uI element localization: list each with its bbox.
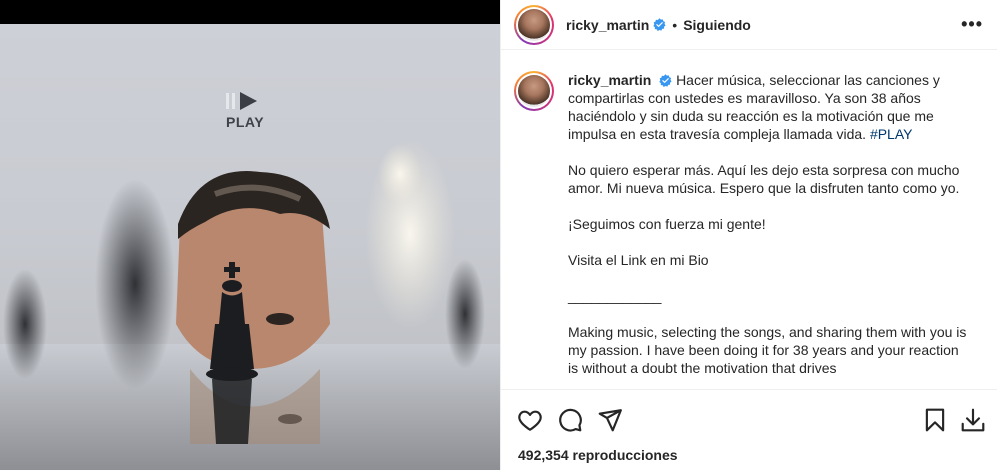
- post-media[interactable]: PLAY: [0, 0, 500, 470]
- caption-scroll-area[interactable]: ricky_martin Hacer música, seleccionar l…: [501, 51, 997, 389]
- media-top-bar: [0, 0, 500, 24]
- hashtag-link[interactable]: #PLAY: [870, 126, 913, 142]
- caption-divider: ____________: [568, 288, 662, 304]
- view-count[interactable]: 492,354 reproducciones: [518, 447, 678, 463]
- header-username[interactable]: ricky_martin: [566, 17, 649, 33]
- caption-paragraph: No quiero esperar más. Aquí les dejo est…: [568, 162, 960, 196]
- verified-badge-icon: [653, 18, 666, 31]
- caption-username[interactable]: ricky_martin: [568, 72, 651, 88]
- download-icon[interactable]: [960, 407, 986, 433]
- header-separator: •: [672, 16, 678, 33]
- media-image[interactable]: PLAY: [0, 24, 500, 470]
- avatar-image: [518, 8, 550, 41]
- caption-paragraph: Visita el Link en mi Bio: [568, 252, 709, 268]
- caption-paragraph: Making music, selecting the songs, and s…: [568, 324, 967, 376]
- post-side-panel: ricky_martin • Siguiendo ••• ricky_marti…: [500, 0, 997, 470]
- avatar[interactable]: [514, 4, 554, 45]
- caption-paragraph: ¡Seguimos con fuerza mi gente!: [568, 216, 766, 232]
- caption-text: ricky_martin Hacer música, seleccionar l…: [568, 71, 968, 377]
- post-header: ricky_martin • Siguiendo •••: [501, 0, 997, 50]
- play-album-logo: PLAY: [226, 91, 276, 130]
- bookmark-icon[interactable]: [922, 407, 948, 433]
- caption-verified-icon: [659, 74, 672, 87]
- play-logo-icon: [226, 91, 276, 111]
- comment-icon[interactable]: [557, 407, 583, 433]
- following-button[interactable]: Siguiendo: [683, 17, 751, 33]
- play-logo-text: PLAY: [226, 114, 265, 130]
- more-options-button[interactable]: •••: [961, 14, 983, 34]
- heart-icon[interactable]: [517, 407, 543, 433]
- caption-avatar-image: [518, 75, 550, 107]
- caption-avatar[interactable]: [514, 71, 554, 111]
- post-actions: 492,354 reproducciones: [501, 389, 997, 469]
- send-icon[interactable]: [597, 407, 623, 433]
